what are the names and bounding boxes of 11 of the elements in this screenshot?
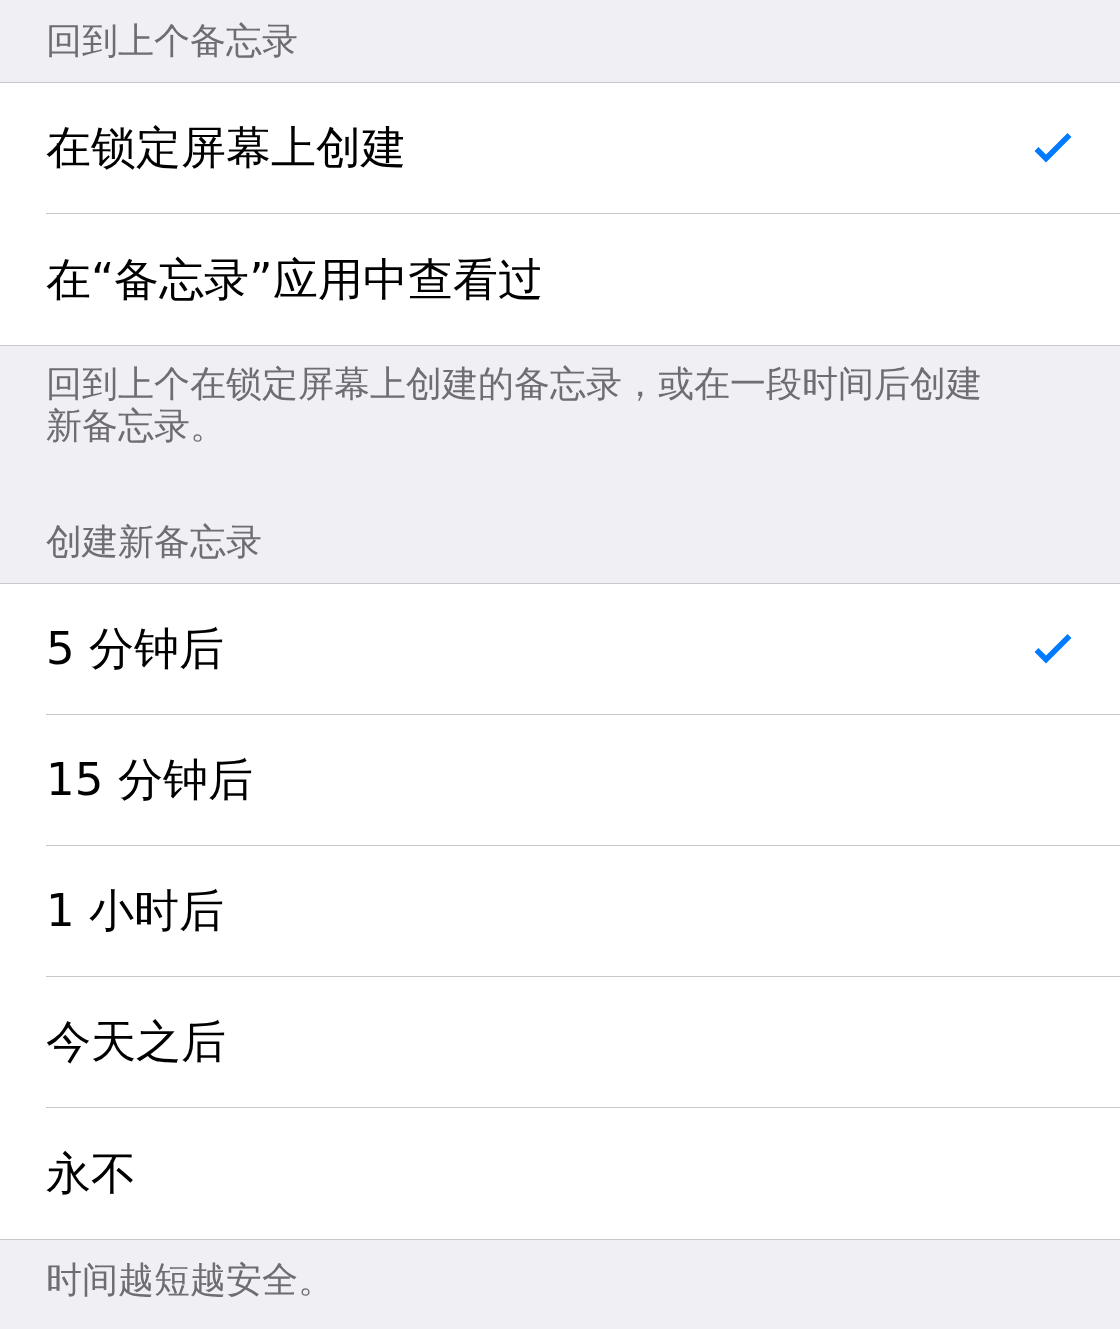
option-row[interactable]: 1 小时后 <box>0 846 1120 977</box>
section-header: 创建新备忘录 <box>45 520 263 564</box>
option-row[interactable]: 永不 <box>0 1108 1120 1239</box>
option-row[interactable]: 在“备忘录”应用中查看过 <box>0 214 1120 345</box>
option-row[interactable]: 15 分钟后 <box>0 715 1120 846</box>
section-footer-note: 回到上个在锁定屏幕上创建的备忘录，或在一段时间后创建新备忘录。 <box>45 362 983 448</box>
option-row[interactable]: 今天之后 <box>0 977 1120 1108</box>
option-row[interactable]: 在锁定屏幕上创建 <box>0 83 1120 214</box>
option-row[interactable]: 5 分钟后 <box>0 584 1120 715</box>
section-footer-note: 时间越短越安全。 <box>45 1258 335 1302</box>
section-header: 回到上个备忘录 <box>45 19 299 63</box>
